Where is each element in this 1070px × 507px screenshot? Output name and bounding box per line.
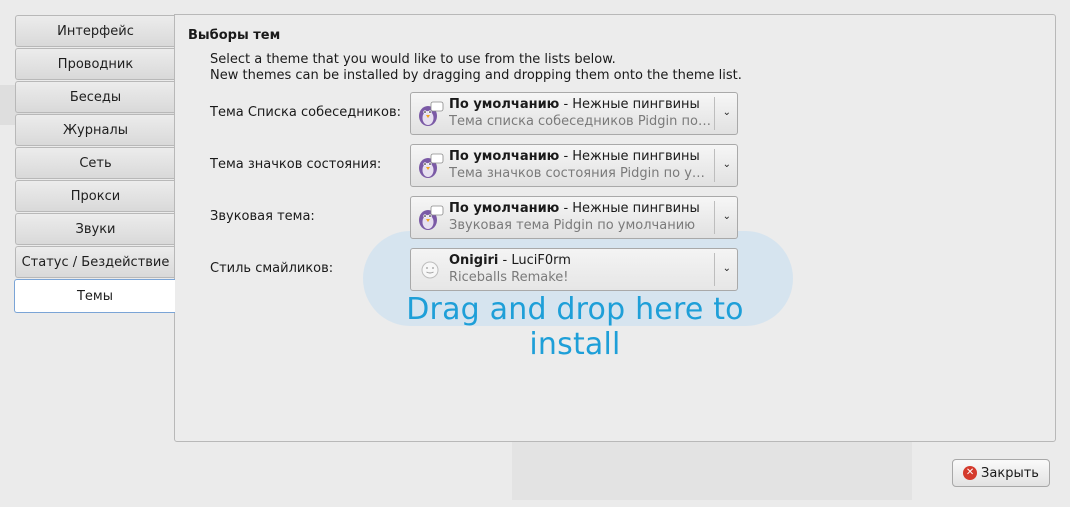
tab-interface[interactable]: Интерфейс xyxy=(15,15,175,47)
tab-label: Прокси xyxy=(70,188,121,204)
sound-theme-label: Звуковая тема: xyxy=(210,209,315,224)
theme-title: По умолчанию - Нежные пингвины xyxy=(449,149,700,164)
theme-description: Riceballs Remake! xyxy=(449,270,569,285)
tab-label: Беседы xyxy=(69,89,122,105)
theme-author: - Нежные пингвины xyxy=(559,97,700,112)
preferences-tab-strip: Интерфейс Проводник Беседы Журналы Сеть … xyxy=(14,15,175,314)
combo-separator xyxy=(714,97,715,130)
pidgin-penguin-icon xyxy=(419,205,444,230)
tab-proxy[interactable]: Прокси xyxy=(15,180,175,212)
status-icon-theme-select[interactable]: По умолчанию - Нежные пингвины Тема знач… xyxy=(410,144,738,187)
smiley-theme-label: Стиль смайликов: xyxy=(210,261,334,276)
theme-description: Тема списка собеседников Pidgin по… xyxy=(449,114,711,129)
status-icon-theme-label: Тема значков состояния: xyxy=(210,157,382,172)
close-button-label: Закрыть xyxy=(981,465,1039,481)
tab-label: Интерфейс xyxy=(57,23,134,39)
theme-name: По умолчанию xyxy=(449,201,560,216)
theme-author: - Нежные пингвины xyxy=(559,149,700,164)
pidgin-penguin-icon xyxy=(419,101,444,126)
buddy-list-theme-label: Тема Списка собеседников: xyxy=(210,105,402,120)
tab-label: Статус / Бездействие xyxy=(21,254,170,270)
themes-panel: Выборы тем Select a theme that you would… xyxy=(174,14,1056,442)
tab-browser[interactable]: Проводник xyxy=(15,48,175,80)
section-title: Выборы тем xyxy=(188,28,281,43)
tab-network[interactable]: Сеть xyxy=(15,147,175,179)
drop-hint-text: Drag and drop here to install xyxy=(406,292,744,362)
chevron-down-icon: ⌄ xyxy=(722,211,731,222)
theme-author: - Нежные пингвины xyxy=(559,201,700,216)
theme-author: - LuciF0rm xyxy=(498,253,571,268)
tab-label: Сеть xyxy=(79,155,112,171)
tab-label: Журналы xyxy=(63,122,128,138)
theme-title: Onigiri - LuciF0rm xyxy=(449,253,571,268)
chevron-down-icon: ⌄ xyxy=(722,159,731,170)
theme-name: По умолчанию xyxy=(449,97,560,112)
tab-sounds[interactable]: Звуки xyxy=(15,213,175,245)
tab-label: Темы xyxy=(76,288,113,304)
themes-description: Select a theme that you would like to us… xyxy=(210,52,742,84)
theme-name: По умолчанию xyxy=(449,149,560,164)
combo-separator xyxy=(714,201,715,234)
description-line: New themes can be installed by dragging … xyxy=(210,68,742,83)
sound-theme-select[interactable]: По умолчанию - Нежные пингвины Звуковая … xyxy=(410,196,738,239)
tab-status-idle[interactable]: Статус / Бездействие xyxy=(15,246,175,278)
theme-description: Звуковая тема Pidgin по умолчанию xyxy=(449,218,696,233)
tab-label: Проводник xyxy=(57,56,134,72)
theme-name: Onigiri xyxy=(449,253,499,268)
combo-separator xyxy=(714,253,715,286)
theme-description: Тема значков состояния Pidgin по у… xyxy=(449,166,705,181)
smiley-icon xyxy=(421,261,439,279)
tab-themes[interactable]: Темы xyxy=(14,279,175,313)
description-line: Select a theme that you would like to us… xyxy=(210,52,616,67)
buddy-list-theme-select[interactable]: По умолчанию - Нежные пингвины Тема спис… xyxy=(410,92,738,135)
close-icon: ✕ xyxy=(963,466,978,480)
chevron-down-icon: ⌄ xyxy=(722,107,731,118)
tab-logging[interactable]: Журналы xyxy=(15,114,175,146)
chevron-down-icon: ⌄ xyxy=(722,263,731,274)
tab-conversations[interactable]: Беседы xyxy=(15,81,175,113)
tab-label: Звуки xyxy=(75,221,116,237)
close-button[interactable]: ✕ Закрыть xyxy=(952,459,1050,487)
theme-title: По умолчанию - Нежные пингвины xyxy=(449,97,700,112)
pidgin-penguin-icon xyxy=(419,153,444,178)
smiley-theme-select[interactable]: Onigiri - LuciF0rm Riceballs Remake! ⌄ xyxy=(410,248,738,291)
combo-separator xyxy=(714,149,715,182)
theme-title: По умолчанию - Нежные пингвины xyxy=(449,201,700,216)
